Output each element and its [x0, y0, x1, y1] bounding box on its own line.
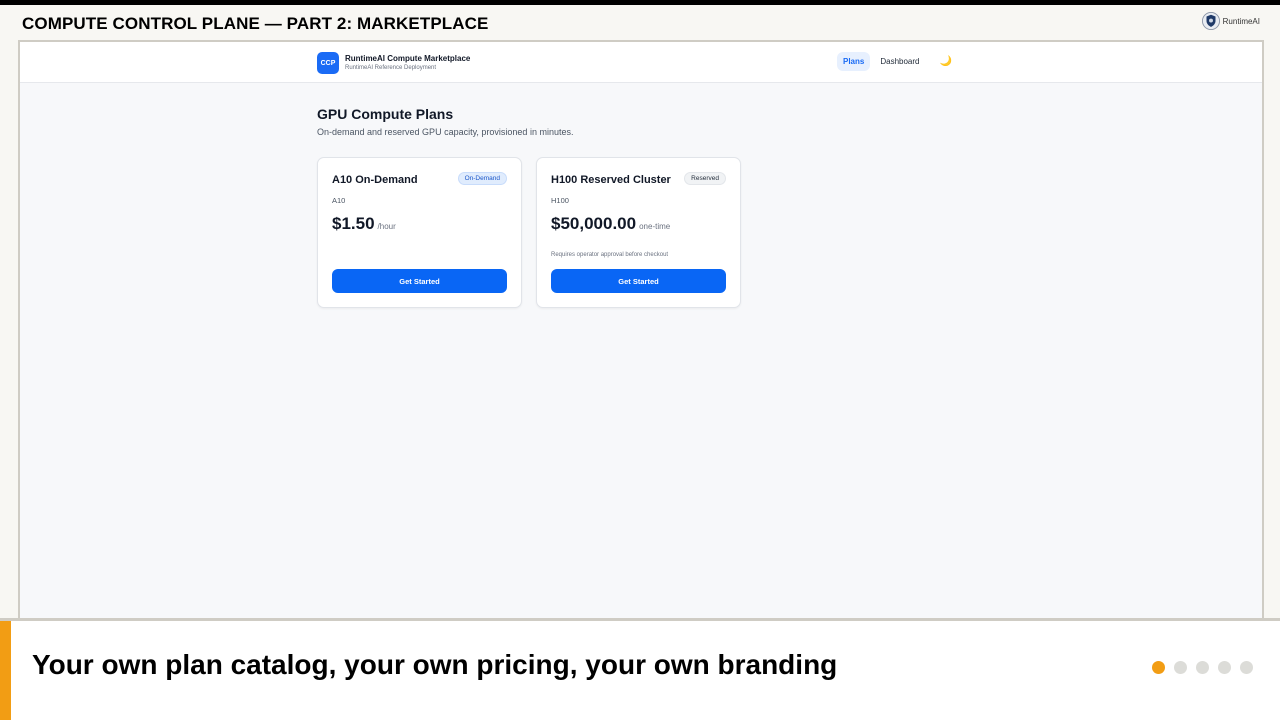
progress-dots [1152, 661, 1253, 674]
plan-card-a10: A10 On-Demand On-Demand A10 $1.50 /hour … [317, 157, 522, 308]
plans-page: GPU Compute Plans On-demand and reserved… [317, 106, 741, 308]
plan-list: A10 On-Demand On-Demand A10 $1.50 /hour … [317, 157, 741, 308]
slide-caption: Your own plan catalog, your own pricing,… [32, 649, 838, 680]
logo-text: RuntimeAI [1222, 16, 1260, 26]
plan-type-badge: On-Demand [457, 172, 507, 185]
progress-dot [1152, 661, 1165, 674]
page-title: GPU Compute Plans [317, 106, 454, 122]
get-started-button[interactable]: Get Started [332, 269, 507, 293]
plan-price-unit: one-time [639, 222, 671, 231]
nav-dashboard[interactable]: Dashboard [874, 52, 925, 71]
approval-note: Requires operator approval before checko… [551, 252, 669, 258]
page-subtitle: On-demand and reserved GPU capacity, pro… [317, 127, 574, 137]
slide-title: COMPUTE CONTROL PLANE — PART 2: MARKETPL… [22, 14, 489, 33]
get-started-button[interactable]: Get Started [551, 269, 726, 293]
plan-type-badge: Reserved [684, 172, 726, 185]
app-name: RuntimeAI Compute Marketplace [345, 54, 471, 63]
plan-price-unit: /hour [377, 222, 396, 231]
progress-dot [1196, 661, 1209, 674]
accent-stripe [0, 621, 11, 720]
caption-bar: Your own plan catalog, your own pricing,… [0, 618, 1280, 720]
progress-dot [1174, 661, 1187, 674]
top-nav: Plans Dashboard 🌙 [837, 52, 952, 71]
plan-name: H100 Reserved Cluster [551, 174, 671, 186]
top-rule [0, 0, 1280, 5]
plan-card-h100: H100 Reserved Cluster Reserved H100 $50,… [536, 157, 741, 308]
plan-price: $1.50 [332, 214, 375, 233]
shield-logo-icon [1201, 12, 1220, 30]
app-logo-badge: CCP [317, 52, 339, 74]
moon-icon[interactable]: 🌙 [939, 56, 951, 67]
nav-plans[interactable]: Plans [837, 52, 871, 71]
app-brand[interactable]: CCP RuntimeAI Compute Marketplace Runtim… [317, 52, 470, 74]
corner-logo: RuntimeAI [1201, 11, 1260, 31]
app-subtitle: RuntimeAI Reference Deployment [345, 65, 437, 71]
browser-frame: CCP RuntimeAI Compute Marketplace Runtim… [18, 40, 1264, 620]
plan-gpu-model: A10 [332, 196, 346, 205]
plan-price: $50,000.00 [551, 214, 637, 233]
plan-name: A10 On-Demand [332, 174, 418, 186]
app-header: CCP RuntimeAI Compute Marketplace Runtim… [20, 42, 1262, 83]
plan-gpu-model: H100 [551, 196, 569, 205]
progress-dot [1218, 661, 1231, 674]
progress-dot [1240, 661, 1253, 674]
